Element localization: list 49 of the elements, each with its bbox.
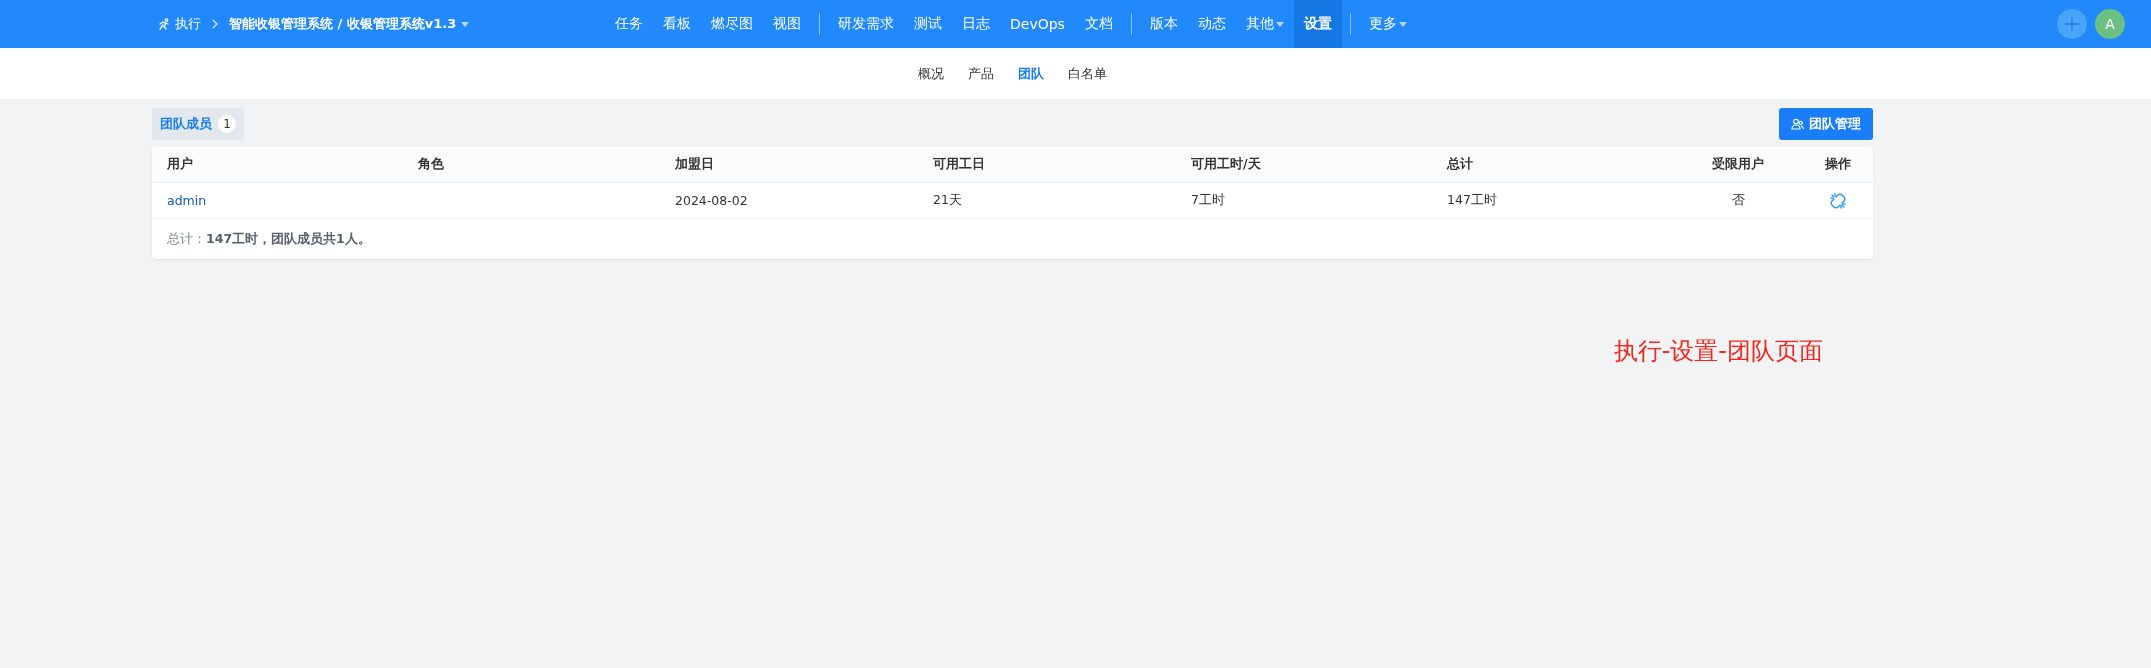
table-summary: 总计：147工时，团队成员共1人。 — [166, 229, 372, 248]
column-header: 可用工日 — [932, 156, 986, 173]
nav-tab[interactable]: 燃尽图 — [701, 0, 763, 48]
broken-link-icon — [1830, 192, 1846, 209]
nav-tab[interactable]: 日志 — [952, 0, 1000, 48]
table-cell-text: 2024-08-02 — [674, 193, 749, 208]
column-header: 受限用户 — [1711, 156, 1765, 173]
nav-tab[interactable]: 测试 — [904, 0, 952, 48]
user-link[interactable]: admin — [152, 193, 403, 208]
caret-down-icon — [1398, 21, 1407, 27]
column-header: 可用工时/天 — [1190, 156, 1262, 173]
nav-tab[interactable]: 看板 — [653, 0, 701, 48]
column-header: 加盟日 — [674, 156, 715, 173]
nav-tab[interactable]: 动态 — [1187, 0, 1236, 48]
nav-tab[interactable]: 视图 — [763, 0, 811, 48]
table-cell-text: 7工时 — [1190, 192, 1226, 209]
team-manage-button[interactable]: 团队管理 — [1779, 108, 1873, 140]
caret-down-icon — [461, 21, 470, 27]
table-cell-text: 否 — [1730, 192, 1746, 209]
sub-nav-tab[interactable]: 白名单 — [1056, 64, 1119, 83]
column-header: 操作 — [1824, 156, 1852, 173]
nav-tab[interactable]: 研发需求 — [828, 0, 904, 48]
users-icon — [1791, 118, 1804, 130]
nav-tab[interactable]: DevOps — [1000, 0, 1075, 48]
module-link[interactable]: 执行 — [158, 15, 201, 33]
nav-tab[interactable]: 更多 — [1358, 0, 1417, 48]
nav-tab[interactable]: 任务 — [605, 0, 653, 48]
chevron-right-icon — [211, 19, 219, 29]
column-header: 用户 — [166, 156, 194, 173]
unlink-button[interactable] — [1830, 192, 1846, 209]
nav-tab[interactable]: 文档 — [1074, 0, 1123, 48]
team-members-tab[interactable]: 团队成员 1 — [152, 108, 244, 140]
plus-icon — [2064, 16, 2080, 32]
table-cell-text: 21天 — [932, 192, 963, 209]
sub-nav-tab[interactable]: 团队 — [1006, 64, 1056, 83]
count-badge: 1 — [218, 115, 236, 133]
project-dropdown[interactable]: 智能收银管理系统 / 收银管理系统v1.3 — [229, 15, 470, 33]
user-avatar[interactable]: A — [2095, 9, 2125, 39]
annotation-text: 执行-设置-团队页面 — [1613, 336, 1823, 367]
nav-tab[interactable]: 版本 — [1139, 0, 1188, 48]
table-cell-text: 147工时 — [1446, 192, 1498, 209]
caret-down-icon — [1275, 21, 1284, 27]
column-header: 总计 — [1445, 156, 1474, 173]
nav-tab[interactable]: 其他 — [1235, 0, 1294, 48]
running-figure-icon — [158, 18, 170, 30]
column-header: 角色 — [417, 156, 445, 173]
sub-nav-tab[interactable]: 概况 — [906, 64, 956, 83]
sub-nav-tab[interactable]: 产品 — [956, 64, 1006, 83]
nav-tab[interactable]: 设置 — [1293, 0, 1342, 48]
